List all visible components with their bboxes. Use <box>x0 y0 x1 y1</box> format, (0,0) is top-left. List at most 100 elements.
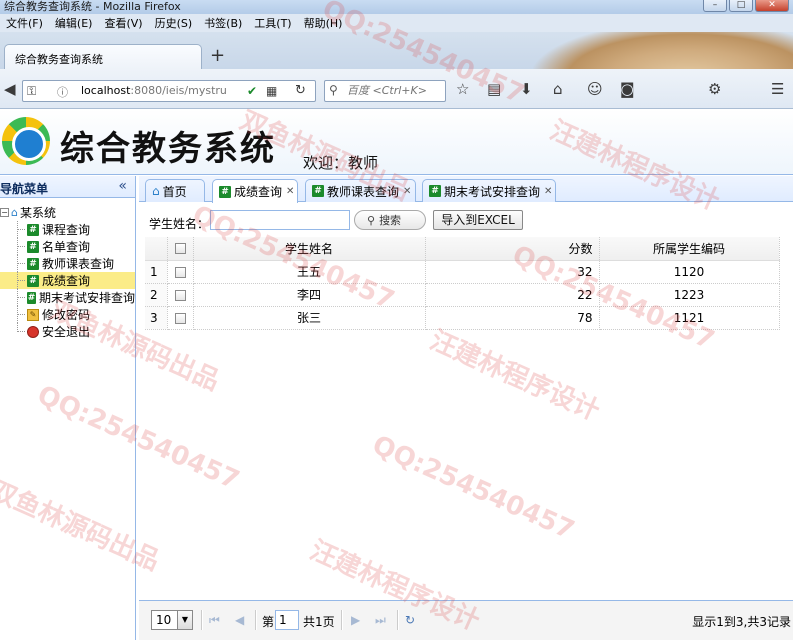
first-page-icon[interactable]: ⏮ <box>209 611 220 629</box>
row-number: 2 <box>145 283 168 307</box>
exit-icon <box>27 325 39 338</box>
pagination-bar: 10 ▼ ⏮ ◀ 第 1 共1页 ▶ ⏭ ↻ 显示1到3,共3记录 <box>139 600 793 640</box>
search-button-label: 搜索 <box>379 214 402 227</box>
close-icon[interactable]: ✕ <box>544 186 552 197</box>
sidebar-item-logout[interactable]: 安全退出 <box>0 323 135 340</box>
row-checkbox[interactable] <box>174 266 186 278</box>
tab-label: 成绩查询 <box>234 185 283 199</box>
maximize-button[interactable]: □ <box>729 0 753 12</box>
browser-navbar: ◀ ⚿ ⓘ localhost:8080/ieis/mystru ✔ ▦ ↻ ⚲… <box>0 69 793 109</box>
column-header-name[interactable]: 学生姓名 <box>193 237 426 261</box>
page-number-input[interactable]: 1 <box>275 610 299 630</box>
sidebar-item-label: 名单查询 <box>42 240 91 254</box>
url-bar[interactable]: ⚿ ⓘ localhost:8080/ieis/mystru ✔ ▦ ↻ <box>22 80 316 102</box>
new-tab-button[interactable]: + <box>210 46 225 66</box>
table-row[interactable]: 3 张三 78 1121 <box>145 306 780 330</box>
content-panel: ⌂ 首页 # 成绩查询 ✕ # 教师课表查询 ✕ # 期末考试安排查询 ✕ 学生… <box>139 176 793 640</box>
page-label: 第 <box>262 615 275 629</box>
hash-icon: # <box>312 185 324 197</box>
tab-teacher-schedule[interactable]: # 教师课表查询 ✕ <box>305 179 416 202</box>
cell-name: 王五 <box>193 260 426 284</box>
student-name-label: 学生姓名： <box>149 217 210 231</box>
menu-file[interactable]: 文件(F) <box>0 15 49 31</box>
back-icon[interactable]: ◀ <box>4 79 16 99</box>
browser-tab[interactable]: 综合教务查询系统 <box>4 44 202 69</box>
cell-name: 李四 <box>193 283 426 307</box>
chevron-down-icon[interactable]: ▼ <box>177 611 192 629</box>
tab-label: 期末考试安排查询 <box>444 184 541 199</box>
table-row[interactable]: 2 李四 22 1223 <box>145 283 780 307</box>
sidebar-item-grade-query[interactable]: # 成绩查询 <box>0 272 135 289</box>
tab-grade-query[interactable]: # 成绩查询 ✕ <box>212 179 298 203</box>
hash-icon: # <box>27 274 39 287</box>
next-page-icon[interactable]: ▶ <box>351 611 360 629</box>
hamburger-menu-icon[interactable]: ☰ <box>771 79 784 99</box>
menu-history[interactable]: 历史(S) <box>149 15 199 31</box>
close-icon[interactable]: ✕ <box>403 186 411 197</box>
bookmarks-list-icon[interactable]: ▤ <box>487 79 501 99</box>
search-input[interactable] <box>347 84 443 97</box>
menu-tools[interactable]: 工具(T) <box>248 15 297 31</box>
home-icon[interactable]: ⌂ <box>553 79 563 99</box>
tree-root-label: 某系统 <box>19 206 56 220</box>
smiley-icon[interactable]: ☺ <box>587 79 603 99</box>
window-titlebar: 综合教务查询系统 - Mozilla Firefox – □ ✕ <box>0 0 793 14</box>
sidebar-item-exam-schedule[interactable]: # 期末考试安排查询 <box>0 289 135 306</box>
search-icon: ⚲ <box>367 213 376 227</box>
hash-icon: # <box>27 223 39 236</box>
house-icon: ⌂ <box>11 206 18 219</box>
row-checkbox[interactable] <box>174 312 186 324</box>
close-icon[interactable]: ✕ <box>286 186 294 197</box>
search-button[interactable]: ⚲ 搜索 <box>354 210 426 230</box>
column-header-code[interactable]: 所属学生编码 <box>599 237 780 261</box>
tab-home[interactable]: ⌂ 首页 <box>145 179 205 202</box>
shield-icon[interactable]: ✔ <box>247 81 257 101</box>
reload-icon[interactable]: ↻ <box>295 81 306 101</box>
menu-edit[interactable]: 编辑(E) <box>49 15 99 31</box>
browser-menubar: 文件(F) 编辑(E) 查看(V) 历史(S) 书签(B) 工具(T) 帮助(H… <box>0 14 793 32</box>
download-icon[interactable]: ⬇ <box>520 79 533 99</box>
tree-collapse-icon[interactable]: − <box>0 208 9 217</box>
qr-icon[interactable]: ▦ <box>266 81 277 101</box>
info-icon[interactable]: ⓘ <box>57 84 68 100</box>
column-header-score[interactable]: 分数 <box>425 237 600 261</box>
tab-exam-schedule[interactable]: # 期末考试安排查询 ✕ <box>422 179 556 202</box>
minimize-button[interactable]: – <box>703 0 727 12</box>
app-logo <box>2 117 50 165</box>
sidebar-item-teacher-schedule[interactable]: # 教师课表查询 <box>0 255 135 272</box>
addon-icon[interactable]: ⚙ <box>708 79 721 99</box>
table-row[interactable]: 1 王五 32 1120 <box>145 260 780 284</box>
sidebar-item-label: 教师课表查询 <box>42 257 115 271</box>
menu-help[interactable]: 帮助(H) <box>298 15 349 31</box>
grade-table: 学生姓名 分数 所属学生编码 1 王五 32 1120 2 李四 22 1223… <box>145 237 780 330</box>
bookmark-star-icon[interactable]: ☆ <box>456 79 469 99</box>
export-excel-button[interactable]: 导入到EXCEL <box>433 210 523 230</box>
collapse-icon[interactable]: « <box>118 177 127 195</box>
cell-score: 78 <box>425 306 600 330</box>
sidebar-item-course-query[interactable]: # 课程查询 <box>0 221 135 238</box>
url-text: localhost:8080/ieis/mystru <box>81 84 227 97</box>
prev-page-icon[interactable]: ◀ <box>235 611 244 629</box>
refresh-icon[interactable]: ↻ <box>405 611 415 629</box>
pocket-icon[interactable]: ◙ <box>620 79 635 99</box>
search-bar[interactable]: ⚲ <box>324 80 446 102</box>
hash-icon: # <box>27 257 39 270</box>
hash-icon: # <box>27 291 36 304</box>
sidebar-item-change-password[interactable]: ✎ 修改密码 <box>0 306 135 323</box>
tree-root[interactable]: − ⌂ 某系统 <box>0 204 135 221</box>
menu-view[interactable]: 查看(V) <box>98 15 148 31</box>
row-number: 1 <box>145 260 168 284</box>
menu-bookmarks[interactable]: 书签(B) <box>198 15 248 31</box>
key-icon: ⚿ <box>27 84 37 98</box>
student-name-input[interactable] <box>210 210 350 230</box>
last-page-icon[interactable]: ⏭ <box>375 611 386 629</box>
window-title: 综合教务查询系统 - Mozilla Firefox <box>4 0 181 13</box>
select-all-checkbox[interactable] <box>174 243 186 255</box>
page-size-select[interactable]: 10 ▼ <box>151 610 193 630</box>
window-close-button[interactable]: ✕ <box>755 0 789 12</box>
select-all-cell <box>167 237 194 261</box>
total-pages: 共1页 <box>303 615 335 629</box>
browser-tabbar: 综合教务查询系统 + <box>0 32 793 69</box>
row-checkbox[interactable] <box>174 289 186 301</box>
sidebar-item-roster-query[interactable]: # 名单查询 <box>0 238 135 255</box>
